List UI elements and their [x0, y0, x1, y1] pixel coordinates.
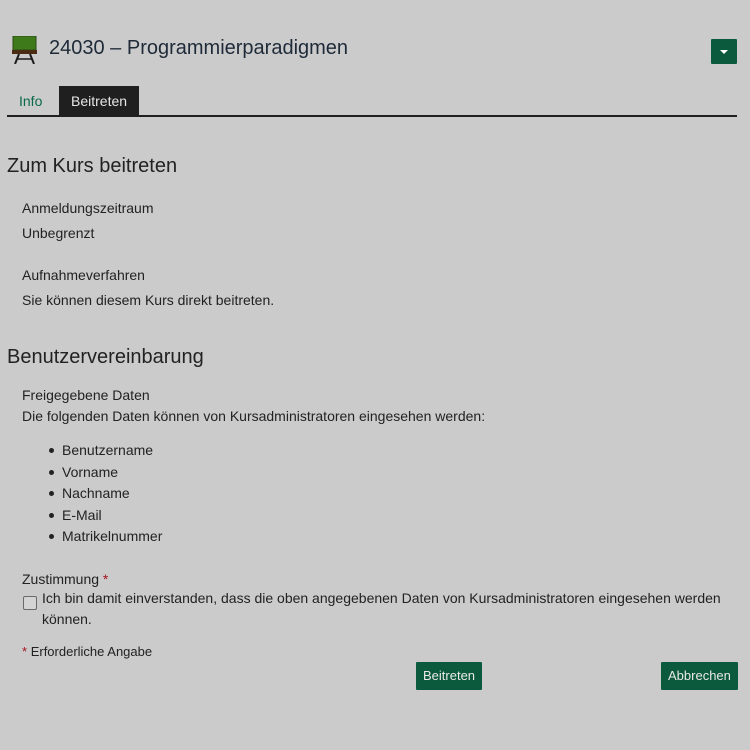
shared-data-intro: Die folgenden Daten können von Kursadmin…	[22, 408, 486, 424]
cancel-button[interactable]: Abbrechen	[661, 662, 738, 690]
required-marker: *	[102, 571, 109, 587]
shared-data-label: Freigegebene Daten	[22, 387, 150, 403]
agreement-section-heading: Benutzervereinbarung	[7, 346, 204, 368]
actions-dropdown-button[interactable]	[711, 39, 737, 64]
required-note: * Erforderliche Angabe	[22, 644, 152, 659]
tab-bar: Info Beitreten	[7, 86, 737, 117]
join-button[interactable]: Beitreten	[416, 662, 483, 690]
page-header: 24030 – Programmierparadigmen	[0, 0, 750, 90]
list-item: Benutzername	[48, 440, 162, 462]
consent-label-row: Zustimmung *	[22, 571, 108, 587]
admission-label: Aufnahmeverfahren	[22, 267, 145, 283]
required-note-text: Erforderliche Angabe	[30, 644, 153, 659]
consent-text[interactable]: Ich bin damit einverstanden, dass die ob…	[42, 588, 732, 630]
shared-data-list: Benutzername Vorname Nachname E-Mail Mat…	[48, 440, 162, 548]
registration-period-value: Unbegrenzt	[22, 225, 95, 241]
caret-down-icon	[720, 50, 728, 54]
consent-checkbox[interactable]	[23, 596, 37, 610]
list-item: Nachname	[48, 483, 162, 505]
join-section-heading: Zum Kurs beitreten	[7, 155, 178, 177]
tab-join[interactable]: Beitreten	[59, 86, 140, 115]
list-item: Matrikelnummer	[48, 526, 162, 548]
list-item: E-Mail	[48, 505, 162, 527]
registration-period-label: Anmeldungszeitraum	[22, 200, 154, 216]
page-title: 24030 – Programmierparadigmen	[49, 37, 349, 59]
consent-label: Zustimmung	[22, 571, 100, 587]
required-marker: *	[22, 644, 28, 659]
tab-info[interactable]: Info	[7, 86, 54, 115]
admission-value: Sie können diesem Kurs direkt beitreten.	[22, 292, 275, 308]
chalkboard-icon	[12, 36, 37, 64]
list-item: Vorname	[48, 462, 162, 484]
